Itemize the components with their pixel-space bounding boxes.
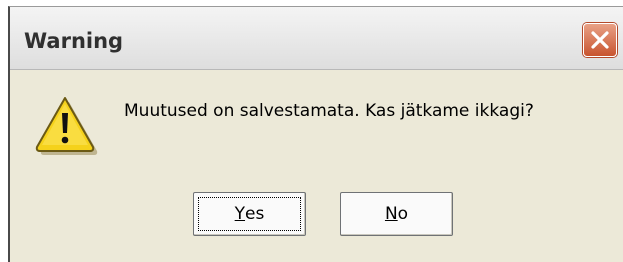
yes-label-rest: es xyxy=(245,204,265,224)
no-label: No xyxy=(341,193,452,235)
close-icon xyxy=(591,31,609,49)
yes-mnemonic: Y xyxy=(234,204,246,224)
dialog-body: Muutused on salvestamata. Kas jätkame ik… xyxy=(10,70,623,262)
message-text: Muutused on salvestamata. Kas jätkame ik… xyxy=(124,101,534,121)
no-mnemonic: N xyxy=(384,204,398,224)
no-label-rest: o xyxy=(397,204,409,224)
dialog-title: Warning xyxy=(24,29,124,53)
close-button[interactable] xyxy=(583,23,617,57)
no-button[interactable]: No xyxy=(340,192,453,236)
warning-icon xyxy=(35,97,98,155)
yes-button[interactable]: Yes xyxy=(193,192,306,236)
title-bar[interactable]: Warning xyxy=(10,7,623,70)
focus-rectangle: Yes xyxy=(198,197,301,231)
warning-dialog: Warning Muutused on salvestamata. Kas jä… xyxy=(8,6,623,262)
